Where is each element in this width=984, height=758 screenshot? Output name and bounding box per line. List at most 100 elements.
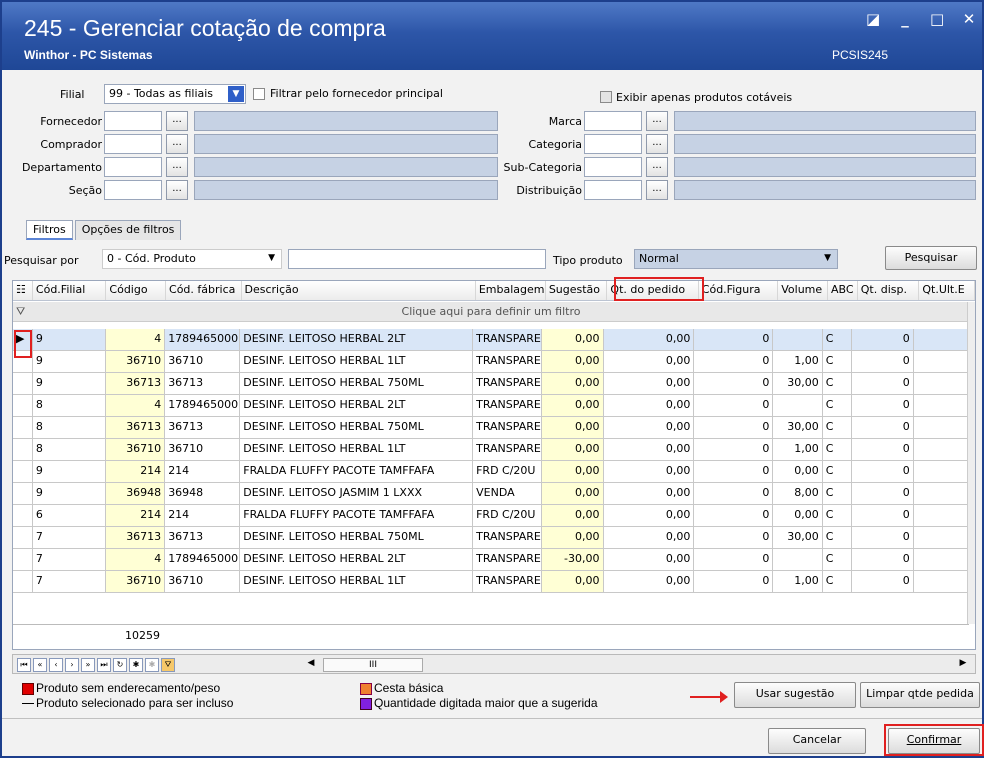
table-cell[interactable]: FRALDA FLUFFY PACOTE TAMFFAFA xyxy=(240,461,474,482)
table-cell[interactable]: C xyxy=(823,417,853,438)
table-cell[interactable]: 36713 xyxy=(105,417,166,438)
table-cell[interactable]: 0 xyxy=(852,351,914,372)
next-page-icon[interactable]: » xyxy=(81,658,95,672)
chevron-down-icon[interactable]: ▼ xyxy=(228,86,244,102)
refresh-icon[interactable]: ↻ xyxy=(113,658,127,672)
table-cell[interactable]: 8 xyxy=(33,417,106,438)
table-cell[interactable]: C xyxy=(823,527,853,548)
table-cell[interactable] xyxy=(773,329,823,350)
table-cell[interactable]: 0 xyxy=(694,373,774,394)
table-cell[interactable]: 0 xyxy=(694,483,774,504)
table-cell[interactable]: 0,00 xyxy=(773,461,823,482)
cancelar-button[interactable]: Cancelar xyxy=(768,728,866,754)
table-cell[interactable]: 0 xyxy=(694,549,774,570)
horizontal-scrollbar-thumb[interactable]: III xyxy=(323,658,423,672)
secao-input[interactable] xyxy=(104,180,162,200)
table-cell[interactable]: 0 xyxy=(852,373,914,394)
marca-lookup-button[interactable]: ... xyxy=(646,111,668,131)
filter-icon[interactable]: ⛛ xyxy=(161,658,175,672)
table-cell[interactable]: TRANSPARE xyxy=(473,439,543,460)
table-cell[interactable] xyxy=(914,329,970,350)
comprador-input[interactable] xyxy=(104,134,162,154)
table-cell[interactable]: 36710 xyxy=(165,439,241,460)
table-cell[interactable]: 0,00 xyxy=(604,571,695,592)
col-volume[interactable]: Volume xyxy=(778,281,828,300)
table-cell[interactable]: 0,00 xyxy=(542,571,604,592)
table-cell[interactable]: C xyxy=(823,461,853,482)
table-cell[interactable]: 0,00 xyxy=(542,373,604,394)
chevron-down-icon[interactable]: ▼ xyxy=(268,253,275,263)
col-descricao[interactable]: Descrição xyxy=(242,281,476,300)
grid-filter-row[interactable]: ⛛ Clique aqui para definir um filtro xyxy=(13,302,969,322)
table-cell[interactable]: DESINF. LEITOSO HERBAL 1LT xyxy=(240,571,474,592)
row-indicator[interactable] xyxy=(13,461,33,482)
table-cell[interactable]: 36710 xyxy=(165,351,241,372)
distribuicao-input[interactable] xyxy=(584,180,642,200)
table-cell[interactable]: C xyxy=(823,505,853,526)
table-cell[interactable]: 1,00 xyxy=(773,571,823,592)
table-cell[interactable]: 7 xyxy=(33,527,106,548)
table-cell[interactable] xyxy=(914,549,970,570)
table-row[interactable]: 7 4 1789465000 DESINF. LEITOSO HERBAL 2LT TR… xyxy=(13,549,970,571)
table-row[interactable]: 7 36713 36713 DESINF. LEITOSO HERBAL 750ML T… xyxy=(13,527,970,549)
table-cell[interactable]: DESINF. LEITOSO HERBAL 1LT xyxy=(240,351,474,372)
table-cell[interactable]: DESINF. LEITOSO HERBAL 2LT xyxy=(240,549,474,570)
table-cell[interactable]: 0,00 xyxy=(604,351,695,372)
table-cell[interactable]: 0,00 xyxy=(773,505,823,526)
secao-lookup-button[interactable]: ... xyxy=(166,180,188,200)
table-cell[interactable]: 36713 xyxy=(165,373,241,394)
table-cell[interactable]: 0,00 xyxy=(542,527,604,548)
usar-sugestao-button[interactable]: Usar sugestão xyxy=(734,682,856,708)
close-icon[interactable]: ✕ xyxy=(962,12,976,27)
table-cell[interactable]: 0 xyxy=(694,505,774,526)
table-cell[interactable]: 36713 xyxy=(105,527,166,548)
table-cell[interactable]: 36710 xyxy=(105,351,166,372)
table-cell[interactable] xyxy=(914,527,970,548)
categoria-input[interactable] xyxy=(584,134,642,154)
table-cell[interactable]: 1789465000 xyxy=(165,549,241,570)
table-cell[interactable]: TRANSPARE xyxy=(473,395,543,416)
table-cell[interactable]: 0 xyxy=(852,329,914,350)
fornecedor-lookup-button[interactable]: ... xyxy=(166,111,188,131)
table-row[interactable]: 8 36710 36710 DESINF. LEITOSO HERBAL 1LT TRA… xyxy=(13,439,970,461)
table-cell[interactable]: 0 xyxy=(852,395,914,416)
table-cell[interactable]: 0 xyxy=(852,527,914,548)
table-cell[interactable]: FRD C/20U xyxy=(473,461,543,482)
table-cell[interactable]: 0 xyxy=(694,395,774,416)
table-cell[interactable]: TRANSPARE xyxy=(473,527,543,548)
table-cell[interactable]: 0 xyxy=(694,439,774,460)
table-cell[interactable]: 0 xyxy=(852,483,914,504)
delete-icon[interactable]: ✱ xyxy=(145,658,159,672)
table-cell[interactable]: 0,00 xyxy=(604,461,695,482)
table-cell[interactable]: 0,00 xyxy=(542,483,604,504)
restore-icon[interactable]: ◪ xyxy=(866,12,880,27)
categoria-lookup-button[interactable]: ... xyxy=(646,134,668,154)
table-cell[interactable] xyxy=(914,373,970,394)
table-cell[interactable]: 36710 xyxy=(165,571,241,592)
marca-input[interactable] xyxy=(584,111,642,131)
title-bar[interactable]: 245 - Gerenciar cotação de compra Wintho… xyxy=(2,2,982,70)
table-cell[interactable]: -30,00 xyxy=(542,549,604,570)
table-cell[interactable]: 8,00 xyxy=(773,483,823,504)
table-row[interactable]: 9 36948 36948 DESINF. LEITOSO JASMIM 1 LXXX… xyxy=(13,483,970,505)
table-row[interactable]: 6 214 214 FRALDA FLUFFY PACOTE TAMFFAFA FRD … xyxy=(13,505,970,527)
table-cell[interactable]: 1789465000 xyxy=(165,395,241,416)
table-cell[interactable]: 0 xyxy=(694,461,774,482)
table-cell[interactable]: 0,00 xyxy=(542,395,604,416)
column-chooser-icon[interactable]: ☷ xyxy=(13,281,33,300)
table-row[interactable]: 9 36710 36710 DESINF. LEITOSO HERBAL 1LT TRA… xyxy=(13,351,970,373)
table-row[interactable]: 8 36713 36713 DESINF. LEITOSO HERBAL 750ML T… xyxy=(13,417,970,439)
table-cell[interactable]: 36948 xyxy=(165,483,241,504)
table-cell[interactable]: 0 xyxy=(852,439,914,460)
table-cell[interactable]: 36713 xyxy=(165,417,241,438)
table-cell[interactable] xyxy=(914,351,970,372)
table-cell[interactable] xyxy=(914,483,970,504)
table-row[interactable]: 7 36710 36710 DESINF. LEITOSO HERBAL 1LT TRA… xyxy=(13,571,970,593)
pesquisar-button[interactable]: Pesquisar xyxy=(885,246,977,270)
table-cell[interactable]: 0 xyxy=(852,505,914,526)
subcategoria-input[interactable] xyxy=(584,157,642,177)
col-cod-fabrica[interactable]: Cód. fábrica xyxy=(166,281,242,300)
table-cell[interactable] xyxy=(914,395,970,416)
first-record-icon[interactable]: ⏮ xyxy=(17,658,31,672)
col-cod-figura[interactable]: Cód.Figura xyxy=(699,281,779,300)
